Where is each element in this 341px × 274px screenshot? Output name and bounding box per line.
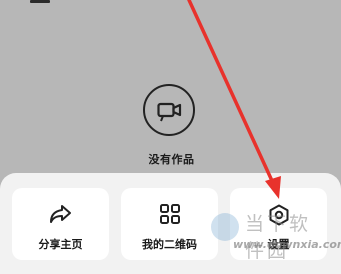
my-qr-code-button[interactable]: 我的二维码: [121, 188, 218, 260]
empty-state-text: 没有作品: [148, 153, 195, 166]
menu-icon[interactable]: [30, 0, 50, 3]
watermark-logo-icon: [211, 213, 239, 241]
share-homepage-button[interactable]: 分享主页: [12, 188, 109, 260]
video-camera-icon: [143, 84, 195, 136]
watermark-title: 当下软件园: [245, 213, 312, 262]
empty-state: 没有作品: [0, 84, 341, 168]
qr-code-icon: [159, 204, 180, 224]
watermark-url: www.downxia.com: [233, 238, 341, 251]
watermark: 当下软件园 www.downxia.com: [211, 207, 341, 262]
share-arrow-icon: [49, 205, 71, 223]
my-qr-code-label: 我的二维码: [142, 238, 197, 251]
share-homepage-label: 分享主页: [38, 238, 83, 251]
